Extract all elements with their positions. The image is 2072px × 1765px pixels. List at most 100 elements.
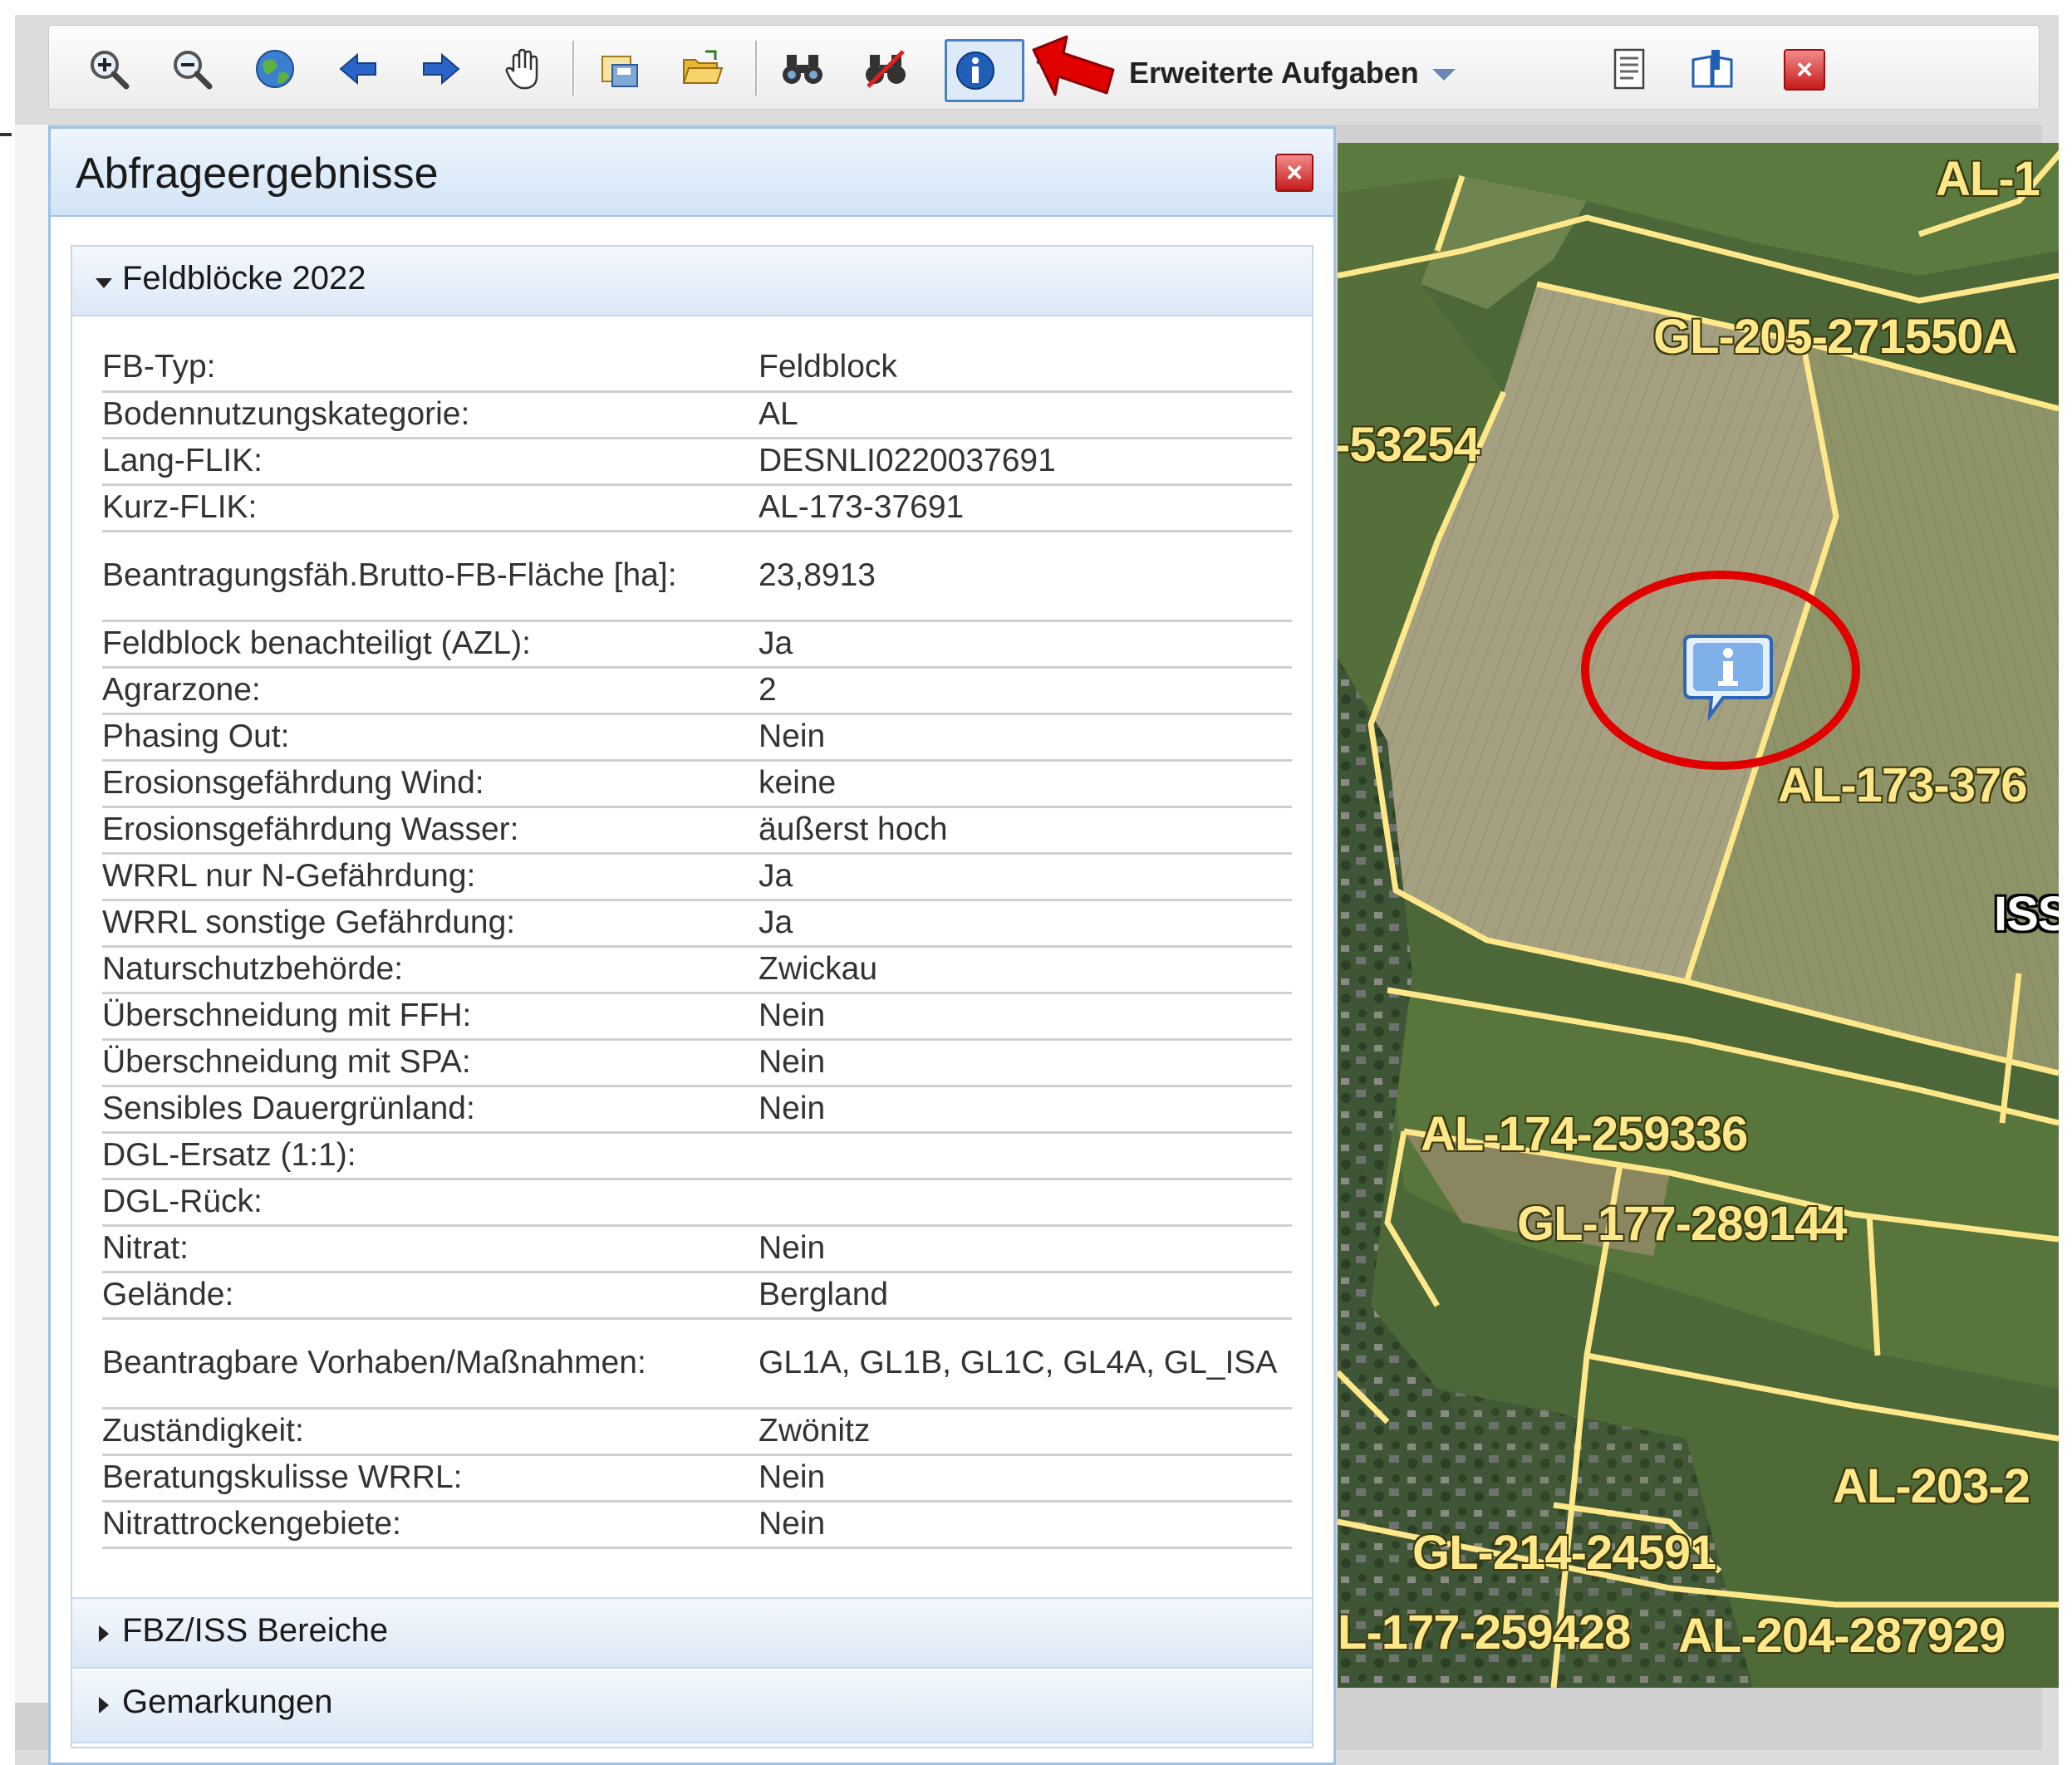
attribute-row: Überschneidung mit FFH: Nein [102,993,1292,1041]
zoom-out-icon [174,51,213,90]
attribute-row: FB-Typ: Feldblock [102,345,1292,393]
forward-arrow-icon [423,52,460,86]
attribute-row: WRRL nur N-Gefährdung: Ja [102,853,1292,901]
left-side-strip [15,125,49,1703]
attribute-key: WRRL sonstige Gefährdung: [102,900,759,948]
map-view[interactable]: AL-1 GL-205-271550A -53254 AL-173-376 IS… [1338,143,2059,1688]
find-button[interactable] [776,42,829,96]
attribute-row: Gelände: Bergland [102,1272,1292,1320]
attribute-row: Bodennutzungskategorie: AL [102,391,1292,439]
attribute-value: keine [759,760,1292,808]
zoom-in-button[interactable] [82,42,135,96]
attribute-value: Zwickau [759,946,1292,994]
extended-tasks-menu[interactable]: Erweiterte Aufgaben [1129,56,1456,91]
map-label-iss: ISS [1994,887,2059,941]
bookmark-button[interactable] [1686,42,1739,96]
section-label: Feldblöcke 2022 [122,260,366,297]
attribute-value: 23,8913 [759,531,1292,622]
map-label-53254: -53254 [1338,418,1480,472]
attribute-row: Zuständigkeit: Zwönitz [102,1408,1292,1456]
attribute-value: Nein [759,993,1292,1041]
attribute-key: WRRL nur N-Gefährdung: [102,853,759,901]
red-pointer-arrow-icon [1032,35,1115,96]
pan-hand-icon [505,48,538,90]
map-label-gl-177: GL-177-289144 [1517,1197,1847,1251]
attribute-row: Kurz-FLIK: AL-173-37691 [102,484,1292,532]
attribute-row: Beantragbare Vorhaben/Maßnahmen: GL1A, GL… [102,1318,1292,1410]
attribute-key: Sensibles Dauergrünland: [102,1086,759,1134]
section-label: Gemarkungen [122,1684,333,1720]
section-label: FBZ/ISS Bereiche [122,1612,389,1649]
clear-selection-icon [866,50,906,88]
attribute-key: Überschneidung mit SPA: [102,1039,759,1087]
panel-title: Abfrageergebnisse [76,150,439,198]
attribute-key: Überschneidung mit FFH: [102,993,759,1041]
attribute-value: AL [759,391,1292,439]
attribute-value: Zwönitz [759,1408,1292,1456]
attribute-row: Nitrat: Nein [102,1225,1292,1273]
attribute-key: Beratungskulisse WRRL: [102,1454,759,1503]
close-icon: × [1286,157,1303,189]
attribute-key: Nitrat: [102,1225,759,1273]
attribute-row: Beantragungsfäh.Brutto-FB-Fläche [ha]: 23… [102,531,1292,622]
save-map-icon [601,56,638,87]
document-button[interactable] [1603,42,1656,96]
next-extent-button[interactable] [415,42,468,96]
info-icon [956,51,994,90]
attribute-row: Überschneidung mit SPA: Nein [102,1039,1292,1087]
left-edge-mark [0,133,12,136]
close-icon: × [1796,54,1813,86]
binoculars-icon [783,55,822,84]
full-extent-button[interactable] [248,42,302,96]
clear-selection-button[interactable] [859,42,912,96]
map-label-gl-214: GL-214-24591 [1412,1526,1716,1580]
document-icon [1613,48,1645,90]
attribute-key: Lang-FLIK: [102,438,759,486]
identify-button[interactable] [945,39,1024,102]
triangle-right-icon [99,1697,109,1714]
map-label-al-174: AL-174-259336 [1421,1107,1748,1161]
attribute-key: Agrarzone: [102,667,759,715]
attribute-row: Erosionsgefährdung Wind: keine [102,760,1292,808]
back-arrow-icon [339,52,376,86]
attribute-key: Gelände: [102,1272,759,1320]
save-map-button[interactable] [593,42,646,96]
attribute-value: Nein [759,1039,1292,1087]
attribute-key: DGL-Ersatz (1:1): [102,1132,759,1180]
attribute-value: äußerst hoch [759,807,1292,855]
attribute-value: Bergland [759,1272,1292,1320]
triangle-down-icon [96,278,112,288]
section-fbz-iss-bereiche[interactable]: FBZ/ISS Bereiche [72,1597,1312,1669]
pan-button[interactable] [498,42,551,96]
section-feldbloecke-2022[interactable]: Feldblöcke 2022 [72,247,1312,316]
attribute-value [759,1179,1292,1227]
toolbar-separator [755,41,758,96]
previous-extent-button[interactable] [331,42,385,96]
attribute-row: DGL-Rück: [102,1179,1292,1227]
extended-tasks-label: Erweiterte Aufgaben [1129,56,1419,90]
attribute-value: Ja [759,853,1292,901]
attribute-key: Beantragungsfäh.Brutto-FB-Fläche [ha]: [102,531,759,622]
globe-icon [256,50,294,88]
panel-close-button[interactable]: × [1275,154,1313,192]
attribute-value: Nein [759,1225,1292,1273]
attribute-row: Feldblock benachteiligt (AZL): Ja [102,620,1292,669]
open-button[interactable] [676,42,729,96]
attribute-value: AL-173-37691 [759,484,1292,532]
open-folder-icon [682,50,724,84]
section-gemarkungen[interactable]: Gemarkungen [72,1670,1312,1743]
zoom-out-button[interactable] [165,42,218,96]
attribute-row: Erosionsgefährdung Wasser: äußerst hoch [102,807,1292,855]
attribute-value: Ja [759,900,1292,948]
attribute-key: Nitrattrockengebiete: [102,1501,759,1549]
attribute-row: Agrarzone: 2 [102,667,1292,715]
attribute-row: Nitrattrockengebiete: Nein [102,1501,1292,1549]
attribute-row: Beratungskulisse WRRL: Nein [102,1454,1292,1503]
attribute-value: Nein [759,1086,1292,1134]
panel-header: Abfrageergebnisse × [51,129,1333,217]
attribute-row: Naturschutzbehörde: Zwickau [102,946,1292,994]
toolbar-separator [572,41,575,96]
attribute-key: Feldblock benachteiligt (AZL): [102,620,759,669]
toolbar-close-button[interactable]: × [1784,49,1825,91]
attribute-table: FB-Typ: Feldblock Bodennutzungskategorie: A… [102,345,1292,1549]
